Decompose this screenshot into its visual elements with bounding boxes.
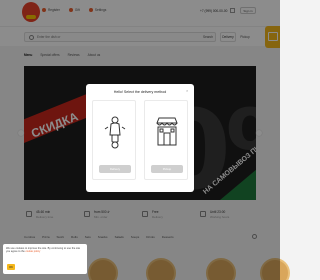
close-icon[interactable]: × [186,88,188,93]
cookie-message: We use cookies to improve the site. By c… [6,247,81,254]
modal-title: Hello! Select the delivery method [113,90,167,94]
store-icon [156,117,178,146]
pickup-button[interactable]: Pickup [151,165,183,173]
cookie-policy-link[interactable]: cookie policy [25,250,40,253]
delivery-option-card[interactable]: Delivery [92,100,136,180]
delivery-method-modal: Hello! Select the delivery method × Deli… [86,84,194,192]
scooter-icon [104,116,126,149]
cookie-accept-button[interactable]: OK [7,264,15,270]
cookie-text: We use cookies to improve the site. By c… [6,247,84,254]
delivery-button[interactable]: Delivery [99,165,131,173]
cookie-banner: We use cookies to improve the site. By c… [3,244,87,274]
pickup-option-card[interactable]: Pickup [144,100,188,180]
